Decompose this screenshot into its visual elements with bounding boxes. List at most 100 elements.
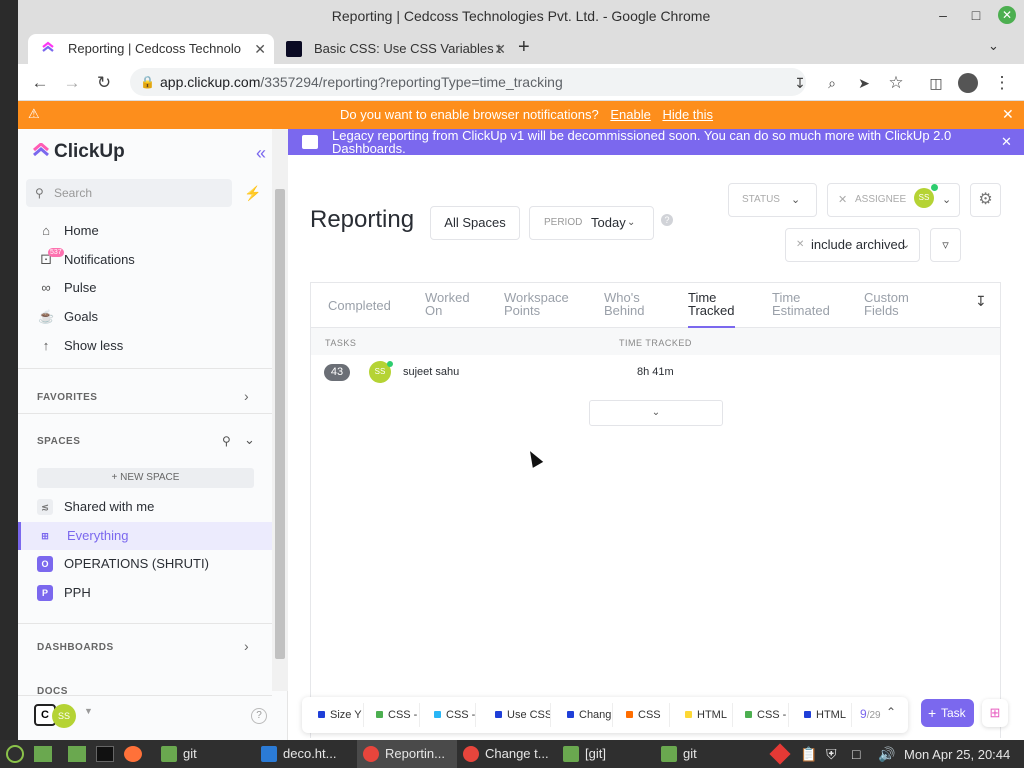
taskbar-item-git[interactable]: git	[155, 740, 245, 768]
sidebar-item-goals[interactable]: ☕ Goals	[18, 303, 288, 331]
minimize-button[interactable]: –	[934, 6, 952, 24]
hide-notifications-link[interactable]: Hide this	[662, 107, 713, 122]
sidebar-item-pulse[interactable]: ∞ Pulse	[18, 274, 288, 302]
include-archived-filter[interactable]: ✕ include archived ⌄	[785, 228, 920, 262]
chevron-down-icon[interactable]: ⌄	[244, 432, 255, 448]
tray-item[interactable]: CSS -	[372, 703, 420, 727]
mint-menu-icon[interactable]	[6, 745, 24, 763]
tray-item[interactable]: HTML	[681, 703, 733, 727]
tray-item[interactable]: CSS -	[430, 703, 476, 727]
tab-close-icon[interactable]: ✕	[254, 34, 266, 64]
send-icon[interactable]: ➤	[854, 73, 874, 93]
tab-search-chevron-icon[interactable]: ⌄	[988, 38, 999, 54]
tab-workspace-points[interactable]: Workspace Points	[504, 291, 569, 317]
sidebar-item-operations[interactable]: O OPERATIONS (SHRUTI)	[18, 550, 272, 578]
tray-item[interactable]: CSS	[622, 703, 670, 727]
sidebar-scrollbar-thumb[interactable]	[275, 189, 285, 659]
download-icon[interactable]: ↧	[975, 294, 987, 308]
spaces-header[interactable]: SPACES	[37, 436, 80, 447]
side-panel-icon[interactable]: ◫	[926, 73, 946, 93]
new-tab-button[interactable]: +	[518, 36, 530, 59]
forward-button[interactable]: →	[62, 73, 82, 93]
clear-x-icon[interactable]: ✕	[838, 184, 847, 216]
clear-x-icon[interactable]: ✕	[796, 229, 804, 261]
tab-custom-fields[interactable]: Custom Fields	[864, 291, 909, 317]
search-spaces-icon[interactable]: ⚲	[222, 434, 231, 448]
files-icon[interactable]	[68, 746, 86, 762]
tray-item[interactable]: CSS -	[741, 703, 789, 727]
reload-button[interactable]: ↻	[94, 73, 114, 93]
close-window-button[interactable]: ✕	[998, 6, 1016, 24]
sidebar-item-everything[interactable]: ⊞ Everything	[18, 522, 272, 550]
chrome-menu-icon[interactable]: ⋮	[992, 73, 1012, 93]
favorites-header[interactable]: FAVORITES	[37, 392, 97, 403]
tab-time-estimated[interactable]: Time Estimated	[772, 291, 830, 317]
zoom-icon[interactable]: ⌕	[822, 73, 842, 93]
clickup-logo[interactable]: ClickUp	[32, 141, 125, 163]
tab-basic-css[interactable]: Basic CSS: Use CSS Variables t ✕	[274, 34, 514, 64]
tab-whos-behind[interactable]: Who's Behind	[604, 291, 644, 317]
main-scrollbar[interactable]	[1018, 155, 1024, 740]
tray-item[interactable]: HTML	[800, 703, 852, 727]
volume-tray-icon[interactable]: 🔊	[878, 746, 895, 763]
install-app-icon[interactable]: ↧	[790, 73, 810, 93]
all-spaces-dropdown[interactable]: All Spaces	[430, 206, 520, 240]
tray-counter[interactable]: 9/29	[860, 707, 881, 721]
sidebar-item-notifications[interactable]: ⚀ 537 Notifications	[18, 246, 288, 274]
chevron-right-icon[interactable]: ›	[244, 388, 249, 404]
taskbar-item-vscode[interactable]: deco.ht...	[255, 740, 355, 768]
clock[interactable]: Mon Apr 25, 20:44	[904, 747, 1010, 762]
lightning-icon[interactable]: ⚡	[244, 185, 261, 202]
tab-completed[interactable]: Completed	[328, 299, 391, 312]
taskbar-item-change[interactable]: Change t...	[457, 740, 557, 768]
tab-time-tracked[interactable]: Time Tracked	[688, 291, 734, 317]
learn-more-link[interactable]: Learn more	[332, 154, 398, 169]
period-help-icon[interactable]: ?	[661, 214, 673, 226]
bookmark-star-icon[interactable]: ☆	[886, 73, 906, 93]
sidebar-item-home[interactable]: ⌂ Home	[18, 217, 288, 245]
tray-item[interactable]: Size Y	[314, 703, 364, 727]
sidebar-search-input[interactable]: ⚲ Search	[26, 179, 232, 207]
chevron-right-icon[interactable]: ›	[244, 638, 249, 654]
assignee-filter[interactable]: ✕ ASSIGNEE SS ⌄	[827, 183, 960, 217]
new-space-button[interactable]: + NEW SPACE	[37, 468, 254, 488]
clipboard-tray-icon[interactable]: 📋	[800, 746, 817, 763]
tab-worked-on[interactable]: Worked On	[425, 291, 470, 317]
address-bar[interactable]: 🔒 app.clickup.com/3357294/reporting?repo…	[130, 68, 806, 96]
close-banner-icon[interactable]: ✕	[1002, 106, 1014, 123]
collapse-sidebar-icon[interactable]: «	[256, 143, 266, 164]
show-desktop-icon[interactable]	[34, 746, 52, 762]
close-legacy-banner-icon[interactable]: ✕	[1001, 134, 1012, 150]
expand-rows-button[interactable]: ⌄	[589, 400, 723, 426]
taskbar-item-reporting[interactable]: Reportin...	[357, 740, 457, 768]
settings-gear-icon[interactable]: ⚙	[970, 183, 1001, 217]
tray-item[interactable]: Use CSS	[491, 703, 551, 727]
user-avatar[interactable]: SS	[52, 704, 76, 728]
terminal-icon[interactable]	[96, 746, 114, 762]
taskbar-item-git-2[interactable]: git	[655, 740, 745, 768]
back-button[interactable]: ←	[30, 73, 50, 93]
tab-close-icon[interactable]: ✕	[494, 34, 506, 64]
caret-down-icon[interactable]: ▼	[84, 706, 93, 716]
tray-item[interactable]: Chang	[563, 703, 613, 727]
enable-notifications-link[interactable]: Enable	[610, 107, 650, 122]
network-tray-icon[interactable]: □	[852, 746, 860, 762]
taskbar-item-git-bracket[interactable]: [git]	[557, 740, 647, 768]
sidebar-item-shared-with-me[interactable]: ≲ Shared with me	[18, 493, 272, 521]
maximize-button[interactable]: □	[967, 6, 985, 24]
shield-tray-icon[interactable]: ⛨	[826, 746, 837, 763]
tab-reporting[interactable]: Reporting | Cedcoss Technolo ✕	[28, 34, 274, 64]
apps-grid-icon[interactable]: ⊞	[982, 699, 1008, 727]
sidebar-item-show-less[interactable]: ↑ Show less	[18, 332, 288, 360]
profile-avatar[interactable]	[958, 73, 978, 93]
status-filter[interactable]: STATUS ⌄	[728, 183, 817, 217]
double-chevron-up-icon[interactable]: ⌃	[886, 705, 896, 719]
table-row[interactable]: 43 SS sujeet sahu 8h 41m	[311, 356, 1000, 390]
filter-icon[interactable]: ▿	[930, 228, 961, 262]
sidebar-item-pph[interactable]: P PPH	[18, 579, 272, 607]
help-icon[interactable]: ?	[251, 708, 267, 724]
new-task-button[interactable]: + Task	[921, 699, 974, 727]
period-dropdown[interactable]: PERIOD Today ⌄	[529, 206, 654, 240]
anydesk-tray-icon[interactable]	[769, 743, 791, 765]
dashboards-header[interactable]: DASHBOARDS	[37, 642, 114, 653]
